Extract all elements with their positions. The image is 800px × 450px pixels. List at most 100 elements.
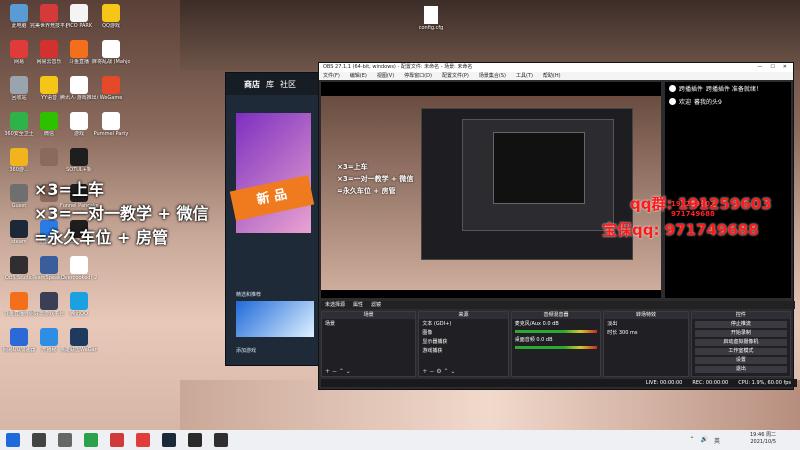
source-display-capture[interactable]: 显示器捕获 bbox=[419, 337, 507, 346]
studio-mode-button[interactable]: 工作室模式 bbox=[694, 348, 787, 355]
taskbar-app-2-icon[interactable] bbox=[110, 433, 124, 447]
music-icon bbox=[40, 40, 58, 58]
document-icon bbox=[424, 6, 438, 24]
wechat-icon bbox=[40, 112, 58, 130]
taskbar: ⌃ 🔊 英 19:46 周二 2021/10/5 bbox=[0, 430, 800, 450]
properties-button[interactable]: 属性 bbox=[353, 301, 363, 309]
settings-button[interactable]: 设置 bbox=[694, 357, 787, 364]
steam-store-window[interactable]: 商店 库 社区 新 品 精选和推荐 添加游戏 bbox=[225, 72, 322, 366]
menu-help[interactable]: 帮助(H) bbox=[543, 72, 561, 80]
tab-library[interactable]: 库 bbox=[266, 79, 274, 90]
desktop-icon-label: QQ游戏 bbox=[102, 23, 120, 29]
taskbar-app-5-icon[interactable] bbox=[188, 433, 202, 447]
taskbar-app-1-icon[interactable] bbox=[84, 433, 98, 447]
overlay-line-3: =永久车位 + 房管 bbox=[34, 228, 168, 247]
filters-button[interactable]: 滤镜 bbox=[371, 301, 381, 309]
source-text[interactable]: 文本 (GDI+) bbox=[419, 319, 507, 328]
scene-item[interactable]: 场景 bbox=[322, 319, 415, 328]
dock-transitions: 转场特效 淡出 时长 300 ms bbox=[603, 311, 689, 377]
douyu-live-icon bbox=[70, 40, 88, 58]
maximize-button[interactable]: ☐ bbox=[770, 63, 774, 72]
desktop-icon-label: SOTUL+新 bbox=[66, 167, 92, 173]
desktop-icon-label: 英雄联盟WeGame版 bbox=[60, 347, 98, 353]
duration-field[interactable]: 时长 300 ms bbox=[604, 328, 688, 337]
taskbar-app-3-icon[interactable] bbox=[136, 433, 150, 447]
taskbar-clock[interactable]: 19:46 周二 2021/10/5 bbox=[750, 432, 776, 446]
desktop-icon[interactable]: 英雄联盟WeGame版 bbox=[60, 326, 98, 362]
steam-taskbar-icon[interactable] bbox=[162, 433, 176, 447]
obs-taskbar-icon[interactable] bbox=[214, 433, 228, 447]
mixer-track-mic: 麦克风/Aux 0.0 dB bbox=[514, 321, 559, 327]
menu-file[interactable]: 文件(F) bbox=[323, 72, 340, 80]
scene-toolbar[interactable]: + − ⌃ ⌄ bbox=[325, 368, 351, 375]
mixer-meter-desktop[interactable] bbox=[514, 346, 598, 349]
wegame-icon bbox=[102, 76, 120, 94]
menu-tools[interactable]: 工具(T) bbox=[516, 72, 533, 80]
menu-scene-collection[interactable]: 场景集合(S) bbox=[479, 72, 506, 80]
obs-docks: 场景 场景 + − ⌃ ⌄ 来源 文本 (GDI+) 图像 显示器捕获 游戏捕获… bbox=[321, 311, 791, 377]
desktop-icon-label: Overcooked! 2 bbox=[60, 275, 98, 281]
tab-store[interactable]: 商店 bbox=[244, 79, 260, 90]
steam-icon bbox=[10, 220, 28, 238]
preview-desktop: ×3=上车 ×3=一对一教学 + 微信 =永久车位 + 房管 bbox=[321, 96, 661, 290]
pico-park-icon bbox=[70, 4, 88, 22]
menu-docks[interactable]: 停靠窗口(D) bbox=[404, 72, 432, 80]
desktop-icon[interactable]: Overcooked! 2 bbox=[60, 254, 98, 290]
search-icon[interactable] bbox=[32, 433, 46, 447]
desktop-icon[interactable]: 腾讯QQ bbox=[60, 290, 98, 326]
dock-scenes: 场景 场景 + − ⌃ ⌄ bbox=[321, 311, 417, 377]
lol-icon bbox=[70, 328, 88, 346]
task-view-icon[interactable] bbox=[58, 433, 72, 447]
netease-icon bbox=[10, 40, 28, 58]
dock-controls: 控件 停止推流 开始录制 启动虚拟摄像机 工作室模式 设置 退出 bbox=[690, 311, 791, 377]
add-game-button[interactable]: 添加游戏 bbox=[236, 347, 256, 354]
source-game-capture[interactable]: 游戏捕获 bbox=[419, 346, 507, 355]
obs-icon bbox=[10, 256, 28, 274]
nested-obs-2 bbox=[462, 119, 614, 231]
source-image[interactable]: 图像 bbox=[419, 328, 507, 337]
sotul-icon bbox=[70, 148, 88, 166]
pummel-icon bbox=[102, 112, 120, 130]
yy-icon bbox=[40, 76, 58, 94]
source-toolbar[interactable]: + − ⚙ ⌃ ⌄ bbox=[422, 368, 455, 375]
virtual-camera-button[interactable]: 启动虚拟摄像机 bbox=[694, 339, 787, 346]
overlay-line-2: ×3=一对一教学 + 微信 bbox=[34, 204, 209, 223]
tab-community[interactable]: 社区 bbox=[280, 79, 296, 90]
red-qq-group: qq群: 191259603 bbox=[630, 195, 772, 213]
start-recording-button[interactable]: 开始录制 bbox=[694, 330, 787, 337]
document-icon bbox=[70, 76, 88, 94]
desktop-icon[interactable]: QQ游戏 bbox=[92, 2, 130, 38]
featured-image[interactable] bbox=[236, 301, 314, 337]
stop-streaming-button[interactable]: 停止推流 bbox=[694, 321, 787, 328]
exit-button[interactable]: 退出 bbox=[694, 366, 787, 373]
recycle-bin-icon bbox=[10, 76, 28, 94]
haowan-icon bbox=[40, 292, 58, 310]
desktop-icon-label: WeGame bbox=[99, 95, 123, 101]
desktop-icon-label: 麻将乱战 (Mahjong... bbox=[92, 59, 130, 65]
windows-start-icon[interactable] bbox=[6, 433, 20, 447]
avatar bbox=[669, 98, 676, 105]
preview-overlay-3: =永久车位 + 房管 bbox=[337, 187, 396, 195]
desktop-icon[interactable]: WeGame bbox=[92, 74, 130, 110]
menu-profile[interactable]: 配置文件(P) bbox=[442, 72, 469, 80]
dock-audio-mixer: 音频混音器 麦克风/Aux 0.0 dB 桌面音频 0.0 dB bbox=[510, 311, 602, 377]
perfect-world-icon bbox=[40, 4, 58, 22]
red-qq-contact: 宝保qq: 971749688 bbox=[602, 221, 759, 239]
game-icon bbox=[10, 148, 28, 166]
config-file-icon[interactable]: config.cfg bbox=[412, 4, 450, 40]
minimize-button[interactable]: — bbox=[757, 63, 762, 72]
obs-preview[interactable]: ×3=上车 ×3=一对一教学 + 微信 =永久车位 + 房管 bbox=[321, 82, 661, 298]
menu-view[interactable]: 视图(V) bbox=[377, 72, 394, 80]
system-tray[interactable]: ⌃ 🔊 英 bbox=[689, 436, 720, 445]
transition-select[interactable]: 淡出 bbox=[604, 319, 688, 328]
obs-title-bar: OBS 27.1.1 (64-bit, windows) - 配置文件: 未命名… bbox=[319, 63, 793, 72]
menu-edit[interactable]: 编辑(E) bbox=[350, 72, 367, 80]
mixer-meter-mic[interactable] bbox=[514, 330, 598, 333]
featured-label: 精选和推荐 bbox=[236, 292, 262, 298]
blank-icon bbox=[40, 148, 58, 166]
preview-overlay-1: ×3=上车 bbox=[337, 163, 368, 171]
desktop-icon[interactable]: Pummel Party bbox=[92, 110, 130, 146]
desktop-icon[interactable]: 麻将乱战 (Mahjong... bbox=[92, 38, 130, 74]
obs-status-bar: LIVE: 00:00:00 REC: 00:00:00 CPU: 1.9%, … bbox=[321, 379, 797, 387]
close-button[interactable]: ✕ bbox=[783, 63, 787, 72]
